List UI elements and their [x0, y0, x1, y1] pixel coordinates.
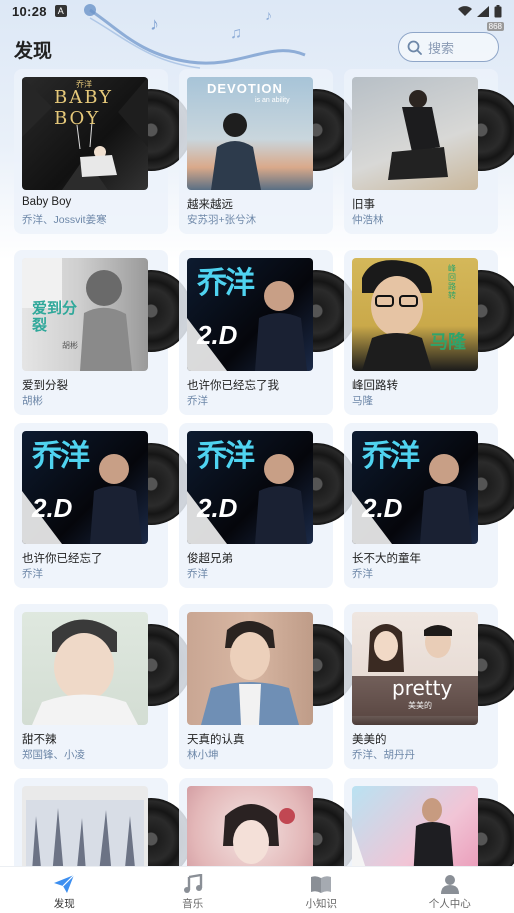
cover-title: DEVOTION: [207, 81, 283, 96]
album-cover: 乔洋 2.D: [187, 258, 313, 371]
album-cover: [187, 612, 313, 725]
song-card-tian-bu-la[interactable]: 甜不辣 郑国锋、小凌: [14, 604, 192, 769]
cover-title: 爱到分裂: [32, 300, 78, 334]
song-artist: 乔洋: [22, 568, 43, 580]
song-title: 峰回路转: [352, 380, 398, 392]
album-cover: 乔洋 2.D: [187, 431, 313, 544]
song-title: 长不大的童年: [352, 553, 421, 565]
song-title: 旧事: [352, 199, 375, 211]
album-cover: 乔洋 2.D: [22, 431, 148, 544]
notification-icon: A: [54, 5, 67, 17]
send-icon: [54, 874, 75, 893]
wifi-icon: [458, 5, 472, 16]
song-artist: 乔洋、胡丹丹: [352, 749, 415, 761]
song-card-baby-boy[interactable]: BABY BOY 乔洋 Baby Boy 乔洋、Jossvit姜寒: [14, 69, 192, 234]
album-cover: 归: [352, 786, 478, 866]
battery-icon: [494, 4, 502, 17]
nav-label-discover: 发现: [53, 898, 75, 910]
cover-title: BABY BOY: [54, 87, 114, 129]
album-cover: 爱到分裂 胡彬: [22, 258, 148, 371]
cover-title: 乔洋: [197, 267, 255, 300]
song-title: 越来越远: [187, 199, 233, 211]
song-artist: 乔洋、Jossvit姜寒: [22, 214, 107, 226]
search-icon: [407, 40, 422, 55]
song-title: 也许你已经忘了: [22, 553, 103, 565]
song-title: 天真的认真: [187, 734, 245, 746]
album-cover: DEVOTION is an ability: [187, 77, 313, 190]
song-card-mei-mei-de[interactable]: pretty 美美的 美美的 乔洋、胡丹丹: [344, 604, 514, 769]
song-card-tian-zhen-de-ren-zhen[interactable]: 天真的认真 林小坤: [179, 604, 357, 769]
song-title: 甜不辣: [22, 734, 57, 746]
song-artist: 乔洋: [187, 568, 208, 580]
song-card-yue-lai-yue-yuan[interactable]: DEVOTION is an ability 越来越远 安苏羽+张兮沐: [179, 69, 357, 234]
status-bar: 10:28 A: [0, 0, 514, 22]
album-cover: [352, 77, 478, 190]
nav-label-knowledge: 小知识: [305, 898, 338, 910]
nav-tab-discover[interactable]: 发现: [0, 867, 129, 913]
cover-subtitle: 峰回路转: [448, 264, 456, 300]
song-card-ai-dao-fen-lie[interactable]: 爱到分裂 胡彬 爱到分裂 胡彬: [14, 250, 192, 415]
cover-subtitle: 2.D: [197, 493, 238, 523]
cover-title: 马隆: [430, 332, 466, 352]
song-card-15[interactable]: 归: [344, 778, 514, 866]
search-input[interactable]: 搜索: [398, 32, 499, 62]
book-icon: [311, 876, 332, 893]
song-artist: 仲浩林: [352, 214, 384, 226]
signal-icon: [477, 5, 489, 17]
nav-label-music: 音乐: [182, 898, 204, 910]
song-card-ye-xu-ni-yi-jing-wang-le[interactable]: 乔洋 2.D 也许你已经忘了 乔洋: [14, 423, 192, 588]
song-grid: BABY BOY 乔洋 Baby Boy 乔洋、Jossvit姜寒 DEVOTI…: [0, 0, 514, 866]
cover-subtitle: 乔洋: [76, 80, 92, 89]
song-card-ye-xu-ni-yi-jing-wang-le-wo[interactable]: 乔洋 2.D 也许你已经忘了我 乔洋: [179, 250, 357, 415]
album-cover: 马隆 峰回路转: [352, 258, 478, 371]
cover-subtitle: is an ability: [255, 97, 290, 104]
song-title: 爱到分裂: [22, 380, 68, 392]
song-title: 美美的: [352, 734, 387, 746]
album-cover: BABY BOY 乔洋: [22, 77, 148, 190]
cover-subtitle: 美美的: [408, 701, 432, 710]
status-time: 10:28: [12, 3, 47, 19]
song-card-jun-chao-xiong-di[interactable]: 乔洋 2.D 俊超兄弟 乔洋: [179, 423, 357, 588]
song-artist: 林小坤: [187, 749, 219, 761]
song-card-feng-hui-lu-zhuan[interactable]: 马隆 峰回路转 峰回路转 马隆: [344, 250, 514, 415]
cover-subtitle: 胡彬: [62, 341, 78, 350]
nav-tab-profile[interactable]: 个人中心: [386, 867, 514, 913]
album-cover: pretty 美美的: [352, 612, 478, 725]
album-cover: [187, 786, 313, 866]
song-card-14[interactable]: [179, 778, 357, 866]
song-card-zhang-bu-da-de-tong-nian[interactable]: 乔洋 2.D 长不大的童年 乔洋: [344, 423, 514, 588]
song-artist: 安苏羽+张兮沐: [187, 214, 257, 226]
cover-title: pretty: [392, 676, 453, 700]
cover-title: 乔洋: [362, 440, 420, 473]
song-card-13[interactable]: [14, 778, 192, 866]
song-card-jiu-shi[interactable]: 旧事 仲浩林: [344, 69, 514, 234]
album-cover: [22, 612, 148, 725]
song-title: 俊超兄弟: [187, 553, 233, 565]
song-artist: 郑国锋、小凌: [22, 749, 85, 761]
cover-subtitle: 2.D: [32, 493, 73, 523]
header: 发现 搜索: [0, 28, 514, 68]
album-cover: [22, 786, 148, 866]
cover-subtitle: 2.D: [362, 493, 403, 523]
cover-title: 乔洋: [32, 440, 90, 473]
cover-title: 乔洋: [197, 440, 255, 473]
nav-tab-knowledge[interactable]: 小知识: [257, 867, 386, 913]
bottom-nav: 发现 音乐 小知识 个人中心: [0, 866, 514, 913]
song-artist: 乔洋: [352, 568, 373, 580]
song-title: Baby Boy: [22, 196, 72, 208]
person-icon: [440, 875, 459, 894]
song-artist: 胡彬: [22, 395, 43, 407]
search-placeholder: 搜索: [428, 40, 455, 56]
song-title: 也许你已经忘了我: [187, 380, 279, 392]
music-note-icon: [183, 874, 202, 893]
song-artist: 乔洋: [187, 395, 208, 407]
cover-subtitle: 2.D: [197, 320, 238, 350]
song-artist: 马隆: [352, 395, 373, 407]
nav-tab-music[interactable]: 音乐: [129, 867, 258, 913]
album-cover: 乔洋 2.D: [352, 431, 478, 544]
nav-label-profile: 个人中心: [428, 898, 471, 910]
page-title: 发现: [14, 41, 53, 62]
